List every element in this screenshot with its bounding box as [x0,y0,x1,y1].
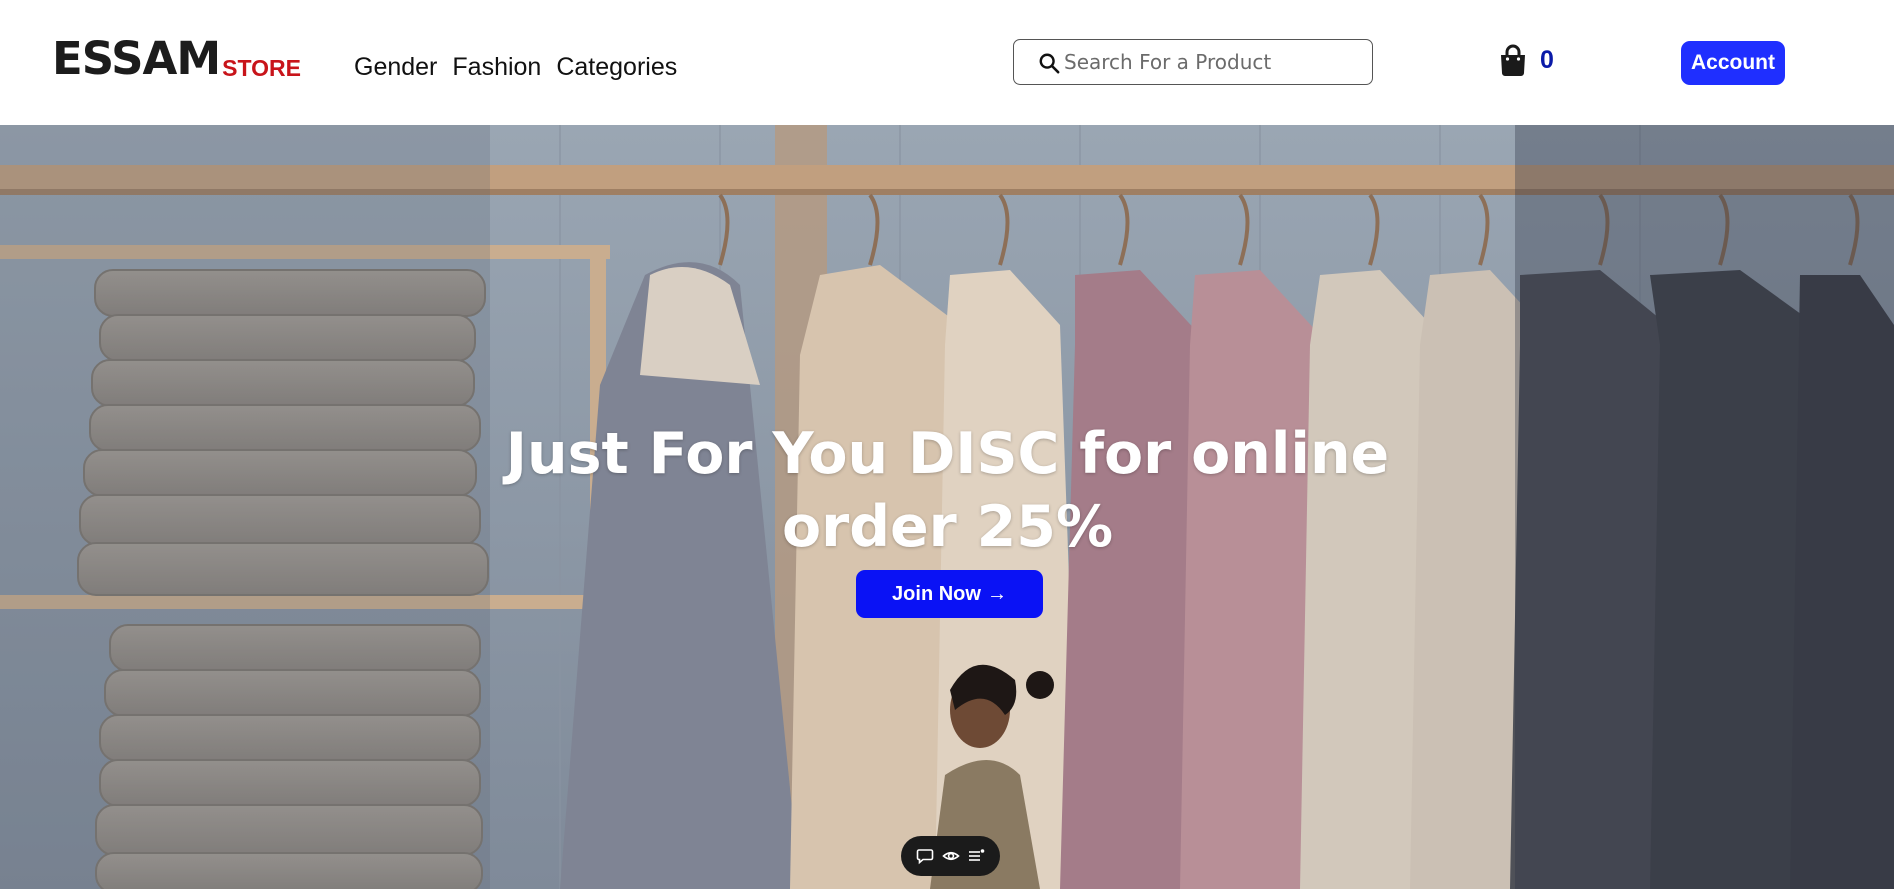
nav-item-fashion[interactable]: Fashion [452,54,541,81]
shopping-bag-icon [1501,44,1525,76]
site-header: ESSAM STORE Gender Fashion Categories 0 … [0,0,1894,125]
cart-count: 0 [1540,45,1554,74]
menu-list-icon[interactable] [967,847,985,865]
eye-icon[interactable] [941,847,960,865]
logo-main-text: ESSAM [52,32,221,85]
account-button[interactable]: Account [1681,41,1785,85]
floating-toolbar [901,836,1000,876]
arrow-right-icon: → [986,582,1007,605]
join-now-button[interactable]: Join Now → [856,570,1043,618]
cart-button[interactable]: 0 [1498,44,1554,76]
search-icon [1039,53,1060,74]
hero-title: Just For You DISC for online order 25% [440,418,1455,564]
nav-item-categories[interactable]: Categories [556,54,677,81]
logo[interactable]: ESSAM STORE [52,36,301,82]
hero-title-line-2: order 25% [781,494,1114,560]
logo-sub-text: STORE [222,55,301,81]
search-input[interactable] [1064,47,1354,77]
hero-title-line-1: Just For You DISC for online [505,421,1390,487]
search-box[interactable] [1013,39,1373,85]
nav-item-gender[interactable]: Gender [354,54,437,81]
main-nav: Gender Fashion Categories [354,54,677,81]
hero-banner: Just For You DISC for online order 25% J… [0,125,1894,889]
comment-icon[interactable] [916,847,934,865]
join-now-label: Join Now [892,582,981,605]
